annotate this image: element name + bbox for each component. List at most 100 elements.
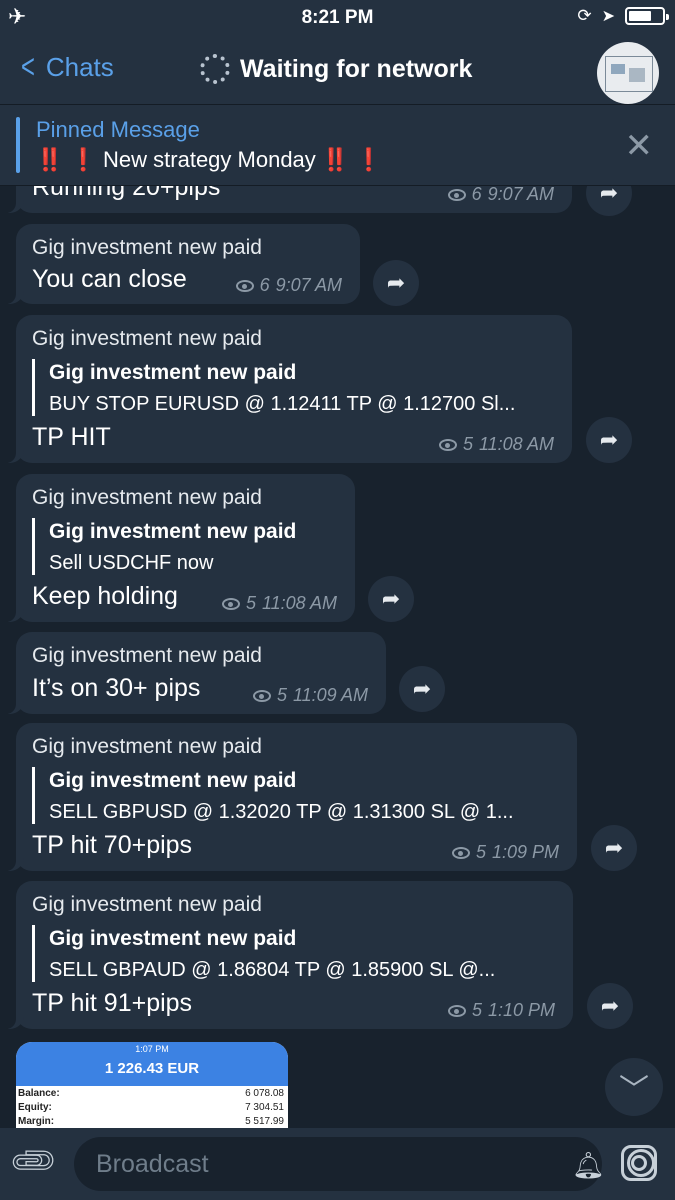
message-time: 9:07 AM — [275, 275, 342, 295]
channel-avatar[interactable] — [597, 42, 659, 104]
message-sender: Gig investment new paid — [32, 486, 262, 509]
share-icon: ➦ — [412, 676, 432, 701]
message-bubble[interactable]: Gig investment new paid Gig investment n… — [0, 474, 355, 622]
message-meta: 5 1:10 PM — [447, 1000, 555, 1021]
screenshot-value: 1 226.43 EUR — [104, 1060, 200, 1077]
forward-button[interactable]: ➦ — [368, 576, 414, 622]
chevron-down-icon: ﹀ — [619, 1074, 649, 1107]
message-text: Keep holding — [32, 582, 178, 610]
forward-button[interactable]: ➦ — [399, 666, 445, 712]
message-meta: 5 11:09 AM — [252, 685, 368, 706]
message-text: You can close — [32, 265, 187, 293]
view-count: 6 — [471, 184, 482, 204]
forward-button[interactable]: ➦ — [586, 417, 632, 463]
row-value: 6 078.08 — [245, 1088, 284, 1099]
message-meta: 5 11:08 AM — [438, 434, 554, 455]
reply-quote-text: Sell USDCHF now — [49, 552, 214, 574]
scroll-to-bottom-button[interactable]: ﹀ — [605, 1058, 663, 1116]
orientation-lock-icon: ⟳ — [577, 6, 592, 25]
bell-icon[interactable]: 🔔︎ — [572, 1150, 605, 1181]
views-icon — [447, 1004, 466, 1017]
screenshot-row: Equity: 7 304.51 — [18, 1102, 284, 1113]
message-time: 11:08 AM — [261, 593, 337, 613]
views-icon — [252, 689, 271, 702]
reply-quote[interactable]: Gig investment new paid SELL GBPAUD @ 1.… — [32, 925, 495, 982]
forward-button[interactable]: ➦ — [373, 260, 419, 306]
message-bubble[interactable]: Gig investment new paid Gig investment n… — [0, 723, 577, 871]
screenshot-time: 1:07 PM — [135, 1044, 169, 1054]
reply-quote-sender: Gig investment new paid — [49, 927, 297, 950]
share-icon: ➦ — [600, 993, 620, 1018]
reply-quote-text: BUY STOP EURUSD @ 1.12411 TP @ 1.12700 S… — [49, 393, 516, 415]
loading-spinner-icon — [200, 54, 230, 84]
message-meta: 6 9:07 AM — [235, 275, 342, 296]
view-count: 5 — [471, 1000, 482, 1020]
row-label: Equity: — [18, 1102, 52, 1113]
message-text: It’s on 30+ pips — [32, 674, 201, 702]
reply-quote-sender: Gig investment new paid — [49, 361, 297, 384]
message-sender: Gig investment new paid — [32, 893, 262, 916]
reply-quote[interactable]: Gig investment new paid Sell USDCHF now — [32, 518, 296, 575]
message-time: 1:09 PM — [491, 842, 559, 862]
battery-icon — [625, 7, 669, 25]
views-icon — [221, 597, 240, 610]
image-message[interactable]: 1:07 PM 1 226.43 EUR Balance: 6 078.08 E… — [16, 1042, 288, 1128]
views-icon — [447, 188, 466, 201]
message-sender: Gig investment new paid — [32, 236, 262, 259]
views-icon — [451, 846, 470, 859]
message-sender: Gig investment new paid — [32, 644, 262, 667]
row-label: Margin: — [18, 1116, 55, 1127]
views-icon — [438, 438, 457, 451]
message-sender: Gig investment new paid — [32, 327, 262, 350]
forward-button[interactable]: ➦ — [591, 825, 637, 871]
back-button[interactable]: < Chats — [18, 48, 114, 87]
nav-title-text: Waiting for network — [240, 54, 473, 83]
view-count: 5 — [475, 842, 486, 862]
screenshot-row: Balance: 6 078.08 — [18, 1088, 284, 1099]
row-value: 5 517.99 — [245, 1116, 284, 1127]
message-time: 1:10 PM — [487, 1000, 555, 1020]
pinned-accent-bar — [16, 117, 20, 173]
nav-title: Waiting for network — [200, 54, 472, 84]
pinned-text: ‼️ ❗ New strategy Monday ‼️ ❗ — [36, 147, 383, 173]
pinned-bangs-right: ‼️ ❗ — [321, 147, 383, 172]
status-bar: ✈ 8:21 PM ⟳ ➤ — [0, 0, 675, 34]
close-icon[interactable]: ✕ — [625, 129, 654, 163]
view-count: 5 — [462, 434, 473, 454]
message-bubble[interactable]: Gig investment new paid Gig investment n… — [0, 315, 572, 463]
message-time: 11:09 AM — [292, 685, 368, 705]
input-bar: 📎︎ Broadcast 🔔︎ — [0, 1128, 675, 1200]
message-meta: 5 11:08 AM — [221, 593, 337, 614]
nav-bar: < Chats Waiting for network — [0, 34, 675, 105]
reply-quote-text: SELL GBPAUD @ 1.86804 TP @ 1.85900 SL @.… — [49, 959, 496, 981]
row-label: Balance: — [18, 1088, 60, 1099]
views-icon — [235, 279, 254, 292]
message-meta: 6 9:07 AM — [447, 184, 554, 205]
pinned-text-body: New strategy Monday — [103, 147, 316, 172]
forward-button[interactable]: ➦ — [587, 983, 633, 1029]
attach-icon[interactable]: 📎︎ — [6, 1134, 63, 1191]
message-bubble[interactable]: Gig investment new paid Gig investment n… — [0, 881, 573, 1029]
view-count: 5 — [276, 685, 287, 705]
message-bubble[interactable]: Gig investment new paid You can close 6 … — [0, 224, 360, 304]
view-count: 6 — [259, 275, 270, 295]
pinned-message[interactable]: Pinned Message ‼️ ❗ New strategy Monday … — [0, 105, 675, 186]
reply-quote-sender: Gig investment new paid — [49, 520, 297, 543]
message-text: TP hit 70+pips — [32, 831, 193, 859]
back-label: Chats — [45, 52, 114, 82]
share-icon: ➦ — [381, 586, 401, 611]
broadcast-input[interactable]: Broadcast 🔔︎ — [74, 1137, 655, 1191]
view-count: 5 — [245, 593, 256, 613]
share-icon: ➦ — [604, 835, 624, 860]
message-meta: 5 1:09 PM — [451, 842, 559, 863]
message-text: TP hit 91+pips — [32, 989, 193, 1017]
pinned-bangs-left: ‼️ ❗ — [36, 147, 97, 172]
reply-quote[interactable]: Gig investment new paid SELL GBPUSD @ 1.… — [32, 767, 514, 824]
location-icon: ➤ — [601, 8, 615, 25]
reply-quote[interactable]: Gig investment new paid BUY STOP EURUSD … — [32, 359, 515, 416]
reply-quote-text: SELL GBPUSD @ 1.32020 TP @ 1.31300 SL @ … — [49, 801, 514, 823]
row-value: 7 304.51 — [245, 1102, 284, 1113]
message-bubble[interactable]: Gig investment new paid It’s on 30+ pips… — [0, 632, 386, 714]
camera-icon[interactable] — [621, 1145, 657, 1181]
status-icons: ⟳ ➤ — [577, 6, 669, 26]
